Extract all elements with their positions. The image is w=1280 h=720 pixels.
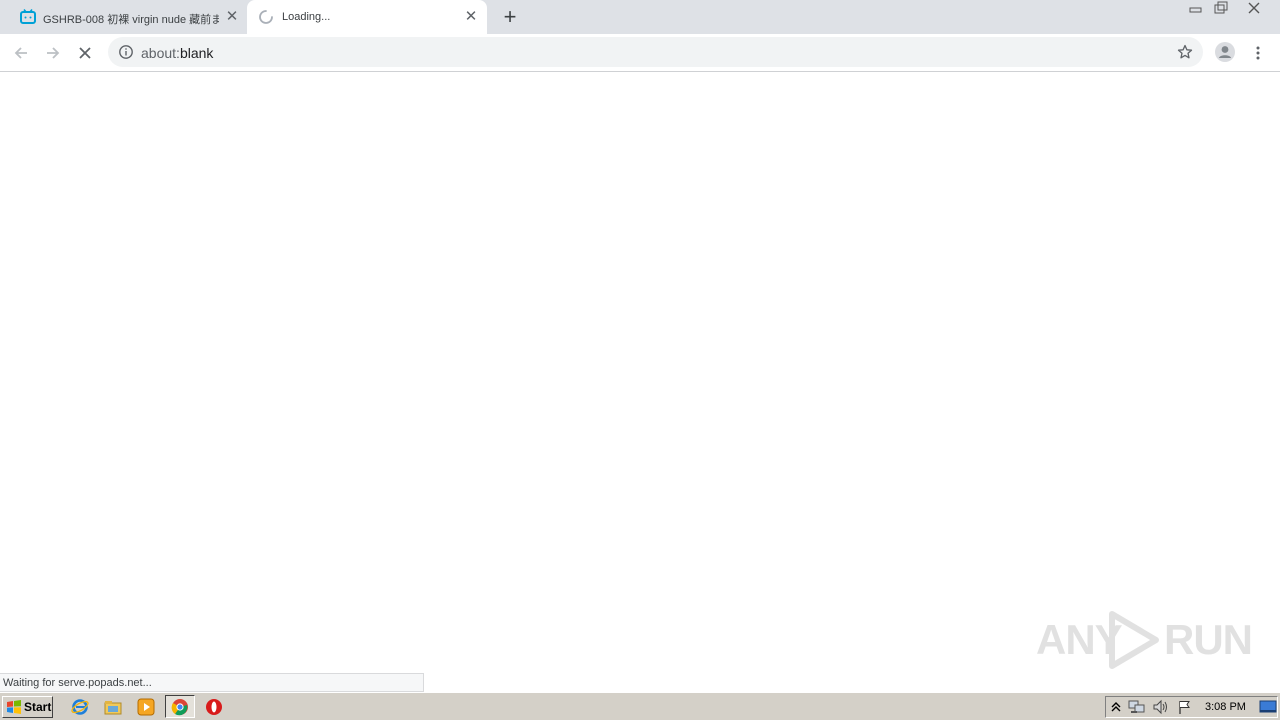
close-tab-icon[interactable]: ✕: [463, 9, 479, 25]
internet-explorer-icon[interactable]: [70, 697, 90, 717]
action-center-flag-icon[interactable]: [1177, 699, 1193, 715]
close-window-icon: [1248, 2, 1260, 14]
tab-title: GSHRB-008 初裸 virgin nude 藏前まひ: [43, 14, 219, 26]
minimize-button[interactable]: [1184, 0, 1208, 16]
play-logo-icon: [1109, 611, 1159, 669]
close-icon: [79, 47, 91, 59]
watermark-text-right: RUN: [1164, 616, 1253, 663]
avatar-icon: [1215, 42, 1235, 62]
kebab-menu-icon: [1256, 46, 1260, 60]
system-tray: 3:08 PM: [1105, 696, 1278, 718]
network-icon[interactable]: [1128, 699, 1146, 715]
show-desktop-icon[interactable]: [1259, 700, 1277, 714]
arrow-left-icon: [14, 47, 27, 59]
start-label: Start: [24, 700, 52, 714]
loading-spinner-icon: [259, 10, 273, 24]
anyrun-watermark: ANY RUN: [1036, 608, 1253, 672]
back-button[interactable]: [9, 41, 33, 65]
chrome-icon: [171, 699, 188, 716]
address-bar[interactable]: about:blank: [108, 37, 1203, 67]
file-explorer-icon[interactable]: [103, 697, 123, 717]
bilibili-tv-icon: [20, 9, 36, 24]
minimize-icon: [1189, 7, 1202, 13]
page-content: [0, 72, 1280, 692]
url-path: blank: [179, 45, 214, 61]
volume-icon[interactable]: [1152, 699, 1170, 715]
media-player-icon[interactable]: [136, 697, 156, 717]
tab-bilibili[interactable]: GSHRB-008 初裸 virgin nude 藏前まひ ✕: [12, 0, 246, 34]
url-scheme: about:: [141, 45, 180, 61]
tab-loading[interactable]: Loading... ✕: [247, 0, 487, 34]
tab-strip: GSHRB-008 初裸 virgin nude 藏前まひ ✕ Loading.…: [0, 0, 1280, 34]
windows-logo-icon: [7, 700, 21, 714]
star-icon[interactable]: [1177, 44, 1193, 60]
taskbar-item-chrome[interactable]: [165, 695, 195, 718]
tab-title: Loading...: [282, 11, 331, 23]
restore-button[interactable]: [1209, 0, 1233, 16]
show-hidden-icons-icon[interactable]: [1110, 700, 1122, 714]
restore-icon: [1214, 1, 1228, 14]
profile-button[interactable]: [1213, 40, 1237, 64]
info-icon[interactable]: [118, 44, 134, 60]
clock[interactable]: 3:08 PM: [1205, 701, 1246, 713]
stop-button[interactable]: [73, 41, 97, 65]
arrow-right-icon: [47, 47, 60, 59]
forward-button[interactable]: [41, 41, 65, 65]
taskbar: Start 3:08 PM: [0, 692, 1280, 720]
opera-icon[interactable]: [204, 697, 224, 717]
new-tab-button[interactable]: +: [499, 6, 521, 28]
browser-toolbar: about:blank: [0, 34, 1280, 72]
menu-button[interactable]: [1246, 41, 1270, 65]
start-button[interactable]: Start: [2, 696, 53, 718]
close-tab-icon[interactable]: ✕: [224, 9, 240, 25]
url-text[interactable]: about:blank: [141, 45, 213, 61]
status-bubble: Waiting for serve.popads.net...: [0, 673, 424, 692]
close-window-button[interactable]: [1242, 0, 1266, 16]
